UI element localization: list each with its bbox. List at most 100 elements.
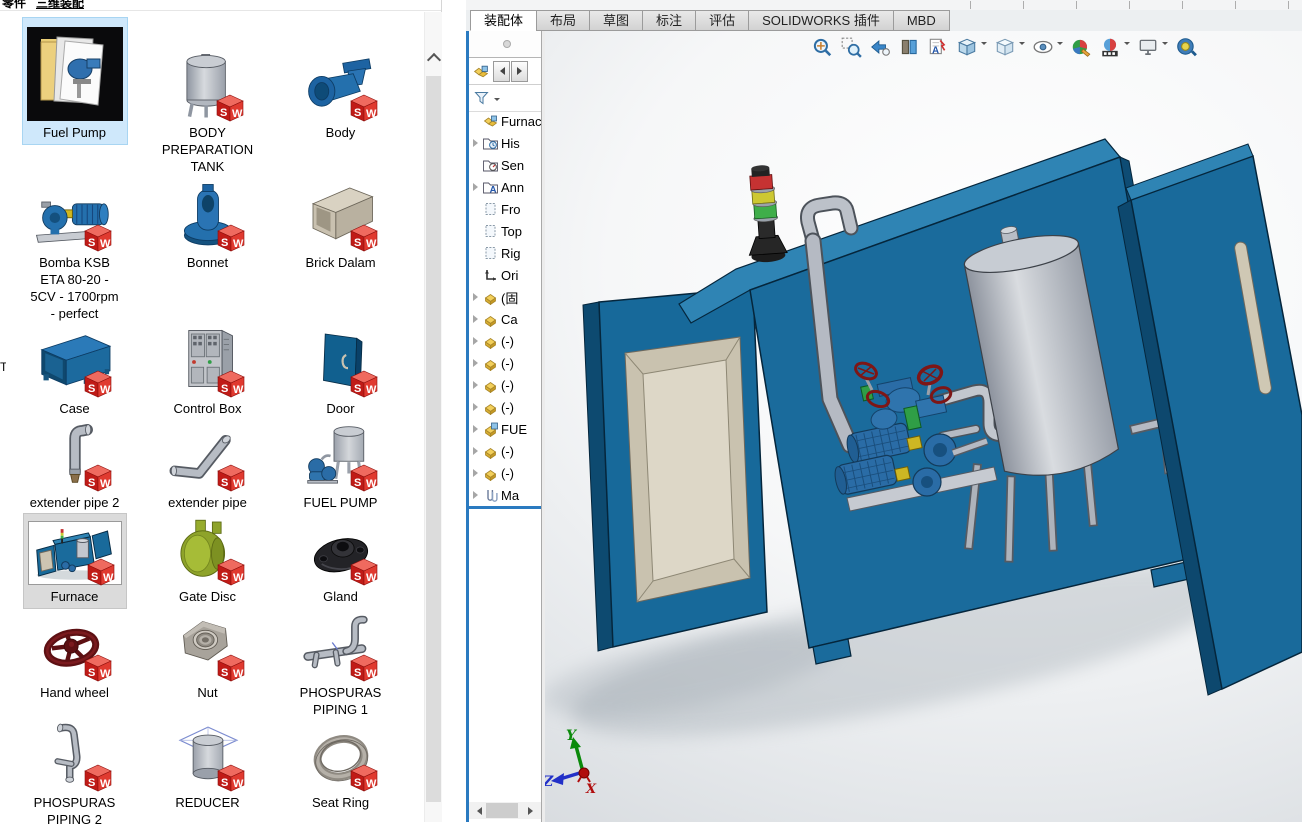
part-item-body[interactable]: S WBody <box>274 18 407 178</box>
svg-text:S: S <box>354 777 361 789</box>
part-item-reducer[interactable]: S WREDUCER <box>141 724 274 831</box>
part-item-hand-wheel[interactable]: S WHand wheel <box>8 612 141 721</box>
scrollbar-thumb[interactable] <box>426 76 441 802</box>
tree-item-origin-7[interactable]: Ori <box>469 264 541 286</box>
part-tile[interactable]: S WPHOSPURASPIPING 1 <box>293 612 389 721</box>
part-item-fuel-pump[interactable]: Fuel Pump <box>8 18 141 178</box>
part-item-body-preparation-tank[interactable]: S WBODYPREPARATIONTANK <box>141 18 274 178</box>
part-tile[interactable]: S WGland <box>293 514 389 608</box>
expand-chevron-icon[interactable] <box>471 292 482 303</box>
tree-item-part-12[interactable]: (-) <box>469 374 541 396</box>
tree-item-folder-sensors-2[interactable]: Sen <box>469 154 541 176</box>
expand-chevron-icon[interactable] <box>471 182 482 193</box>
scroll-left-icon[interactable] <box>469 802 486 819</box>
panel-scroll-left-button[interactable] <box>493 61 510 82</box>
tree-horizontal-scrollbar[interactable] <box>469 802 541 819</box>
filter-dropdown-caret[interactable] <box>494 98 500 104</box>
part-item-fuel-pump[interactable]: S WFUEL PUMP <box>274 422 407 514</box>
expand-chevron-icon[interactable] <box>471 336 482 347</box>
part-item-phospuras-piping-2[interactable]: S WPHOSPURASPIPING 2 <box>8 724 141 831</box>
part-tile[interactable]: S WDoor <box>293 328 389 420</box>
part-item-phospuras-piping-1[interactable]: S WPHOSPURASPIPING 1 <box>274 612 407 721</box>
tree-item-folder-history-1[interactable]: His <box>469 132 541 154</box>
tree-item-folder-annotations-3[interactable]: AAnn <box>469 176 541 198</box>
tree-item-part-15[interactable]: (-) <box>469 440 541 462</box>
part-item-furnace[interactable]: S WFurnace <box>8 514 141 608</box>
expand-chevron-icon[interactable] <box>471 314 482 325</box>
tab-标注[interactable]: 标注 <box>642 10 695 31</box>
part-tile[interactable]: S WREDUCER <box>160 724 256 814</box>
tree-item-plane-5[interactable]: Top <box>469 220 541 242</box>
furnace-assembly-model[interactable]: Y Z X <box>545 31 1302 822</box>
part-tile[interactable]: S WBrick Dalam <box>293 186 389 274</box>
expand-chevron-icon[interactable] <box>471 424 482 435</box>
part-item-gate-disc[interactable]: S WGate Disc <box>141 514 274 608</box>
part-tile[interactable]: S WBonnet <box>160 186 256 274</box>
expand-chevron-icon[interactable] <box>471 402 482 413</box>
tree-item-assembly-0[interactable]: Furnac <box>469 110 541 132</box>
solidworks-badge-icon: S W <box>349 464 379 497</box>
part-tile[interactable]: S WSeat Ring <box>293 724 389 814</box>
expand-chevron-icon[interactable] <box>471 358 482 369</box>
furnace-left-panel[interactable] <box>583 288 767 651</box>
expand-chevron-icon[interactable] <box>471 138 482 149</box>
tree-item-part-13[interactable]: (-) <box>469 396 541 418</box>
part-tile[interactable]: S Wextender pipe 2 <box>26 422 124 514</box>
part-item-door[interactable]: S WDoor <box>274 328 407 420</box>
tree-item-part-10[interactable]: (-) <box>469 330 541 352</box>
part-item-case[interactable]: S WCase <box>8 328 141 420</box>
tree-item-mates-17[interactable]: Ma <box>469 484 541 506</box>
tree-item-part-11[interactable]: (-) <box>469 352 541 374</box>
part-tile[interactable]: S WCase <box>27 328 123 420</box>
part-item-extender-pipe[interactable]: S Wextender pipe <box>141 422 274 514</box>
part-tile[interactable]: S WPHOSPURASPIPING 2 <box>27 724 123 831</box>
tab-评估[interactable]: 评估 <box>695 10 748 31</box>
explorer-scrollbar[interactable] <box>424 12 442 822</box>
part-item-control-box[interactable]: S WControl Box <box>141 328 274 420</box>
feature-tree-filter[interactable] <box>469 85 541 112</box>
tree-item-part-9[interactable]: Ca <box>469 308 541 330</box>
part-tile[interactable]: S WBody <box>293 18 389 144</box>
part-tile[interactable]: S WGate Disc <box>160 514 256 608</box>
tab-assembly[interactable]: 装配体 <box>470 10 536 31</box>
tab-solidworks-addins[interactable]: SOLIDWORKS 插件 <box>748 10 893 31</box>
part-tile[interactable]: S WNut <box>160 612 256 704</box>
tab-mbd[interactable]: MBD <box>893 10 950 31</box>
part-tile[interactable]: S WBODYPREPARATIONTANK <box>158 18 257 178</box>
part-item-extender-pipe-2[interactable]: S Wextender pipe 2 <box>8 422 141 514</box>
graphics-area[interactable]: A <box>545 31 1302 822</box>
part-item-bonnet[interactable]: S WBonnet <box>141 186 274 325</box>
filter-funnel-icon <box>474 90 491 106</box>
tab-草图[interactable]: 草图 <box>589 10 642 31</box>
tree-item-plane-4[interactable]: Fro <box>469 198 541 220</box>
part-tile[interactable]: S WFUEL PUMP <box>293 422 389 514</box>
header-text-fragment: 零件 <box>2 0 26 11</box>
expand-chevron-icon[interactable] <box>471 490 482 501</box>
part-tile[interactable]: S WBomba KSBETA 80-20 -5CV - 1700rpm- pe… <box>26 186 122 325</box>
part-item-bomba-ksb-eta-80-20-5cv-1700rpm-perfect[interactable]: S WBomba KSBETA 80-20 -5CV - 1700rpm- pe… <box>8 186 141 325</box>
part-tile[interactable]: Fuel Pump <box>23 18 127 144</box>
panel-scroll-right-button[interactable] <box>511 61 528 82</box>
hscroll-thumb[interactable] <box>486 803 518 818</box>
assembly-tab-icon[interactable] <box>472 63 490 80</box>
tree-item-part-16[interactable]: (-) <box>469 462 541 484</box>
part-tile[interactable]: S Wextender pipe <box>160 422 256 514</box>
part-tile[interactable]: S WHand wheel <box>27 612 123 704</box>
part-tile[interactable]: S WFurnace <box>24 514 126 608</box>
expand-chevron-icon[interactable] <box>471 380 482 391</box>
part-item-seat-ring[interactable]: S WSeat Ring <box>274 724 407 831</box>
tree-item-subassembly-14[interactable]: FUE <box>469 418 541 440</box>
scroll-right-icon[interactable] <box>524 802 541 819</box>
part-item-brick-dalam[interactable]: S WBrick Dalam <box>274 186 407 325</box>
tree-item-plane-6[interactable]: Rig <box>469 242 541 264</box>
tree-item-part-8[interactable]: (固 <box>469 286 541 308</box>
part-tile[interactable]: S WControl Box <box>160 328 256 420</box>
part-item-nut[interactable]: S WNut <box>141 612 274 721</box>
signal-tower[interactable] <box>743 164 788 263</box>
part-item-gland[interactable]: S WGland <box>274 514 407 608</box>
parts-grid-row: S Wextender pipe 2 S Wextender pipe S WF… <box>8 422 408 514</box>
tab-布局[interactable]: 布局 <box>536 10 589 31</box>
scroll-up-icon[interactable] <box>425 48 442 68</box>
expand-chevron-icon[interactable] <box>471 468 482 479</box>
expand-chevron-icon[interactable] <box>471 446 482 457</box>
